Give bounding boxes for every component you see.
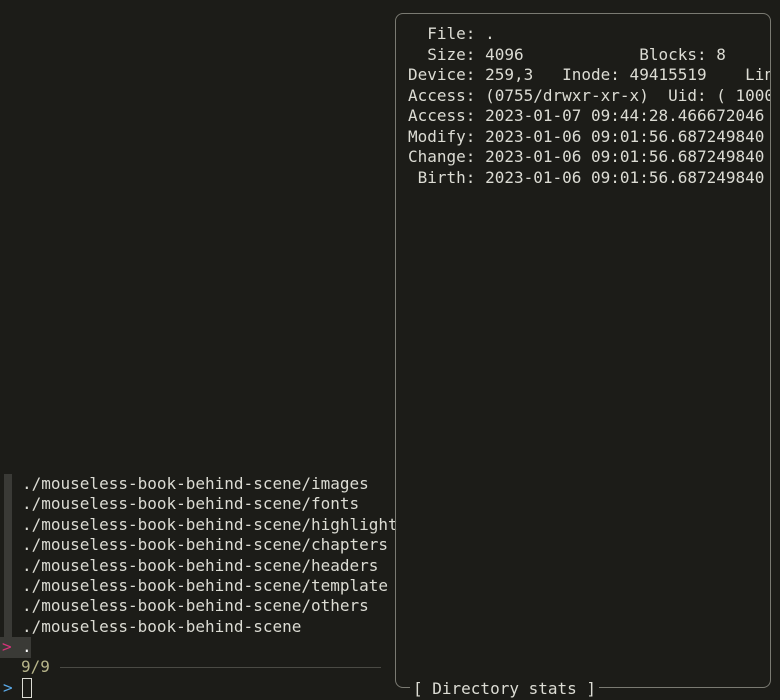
list-item-label: ./mouseless-book-behind-scene — [22, 616, 302, 636]
gutter-marker — [4, 596, 12, 617]
terminal-window: ./mouseless-book-behind-scene/images ./m… — [0, 0, 780, 700]
gutter-marker — [4, 535, 12, 556]
stat-line-access-time: Access: 2023-01-07 09:44:28.466672046 + — [408, 106, 771, 125]
list-item[interactable]: ./mouseless-book-behind-scene/template — [0, 575, 392, 597]
stat-line-size: Size: 4096 Blocks: 8 — [408, 44, 726, 64]
preview-label: [ Directory stats ] — [410, 678, 600, 700]
list-item-label: ./mouseless-book-behind-scene/highlight — [22, 514, 398, 534]
stat-line-file: File: . — [408, 24, 495, 43]
list-item-label: ./mouseless-book-behind-scene/headers — [22, 555, 379, 575]
selection-pointer-icon: > — [2, 637, 12, 657]
list-item-label: . — [22, 637, 32, 657]
gutter-marker — [4, 514, 12, 536]
list-item-label: ./mouseless-book-behind-scene/template — [22, 575, 389, 595]
selected-list-item[interactable]: > . — [0, 637, 32, 658]
list-item[interactable]: ./mouseless-book-behind-scene/chapters — [0, 535, 392, 556]
gutter-marker — [4, 555, 12, 576]
list-item-label: ./mouseless-book-behind-scene/images — [22, 474, 369, 493]
prompt-arrow-icon: > — [3, 678, 13, 697]
list-item[interactable]: ./mouseless-book-behind-scene/fonts — [0, 494, 392, 515]
preview-content: File: . Size: 4096 Blocks: 8 Device: 259… — [408, 24, 771, 188]
search-input[interactable] — [22, 678, 32, 698]
separator-line — [60, 667, 381, 668]
gutter-marker — [4, 575, 12, 597]
gutter-marker — [4, 494, 12, 515]
gutter-marker — [4, 616, 12, 638]
match-count: 9/9 — [21, 657, 50, 676]
list-item-label: ./mouseless-book-behind-scene/chapters — [22, 535, 389, 555]
stat-line-access-mode: Access: (0755/drwxr-xr-x) Uid: ( 1000/ — [408, 85, 771, 105]
fzf-results-list: ./mouseless-book-behind-scene/images ./m… — [0, 474, 398, 658]
list-item-label: ./mouseless-book-behind-scene/fonts — [22, 494, 360, 514]
list-item[interactable]: ./mouseless-book-behind-scene/headers — [0, 555, 392, 576]
stat-line-modify-time: Modify: 2023-01-06 09:01:56.687249840 + — [408, 126, 771, 146]
stat-line-birth-time: Birth: 2023-01-06 09:01:56.687249840 + — [408, 167, 771, 187]
list-item[interactable]: ./mouseless-book-behind-scene/others — [0, 596, 392, 617]
list-item[interactable]: ./mouseless-book-behind-scene — [0, 616, 392, 638]
list-item[interactable]: ./mouseless-book-behind-scene/images — [0, 474, 392, 495]
preview-panel[interactable]: File: . Size: 4096 Blocks: 8 Device: 259… — [395, 13, 771, 688]
stat-line-device: Device: 259,3 Inode: 49415519 Link — [408, 65, 771, 84]
list-item[interactable]: ./mouseless-book-behind-scene/highlight — [0, 514, 398, 536]
match-count-line: 9/9 — [0, 657, 392, 677]
list-item-label: ./mouseless-book-behind-scene/others — [22, 596, 369, 616]
gutter-marker — [4, 474, 12, 495]
stat-line-change-time: Change: 2023-01-06 09:01:56.687249840 + — [408, 147, 771, 166]
